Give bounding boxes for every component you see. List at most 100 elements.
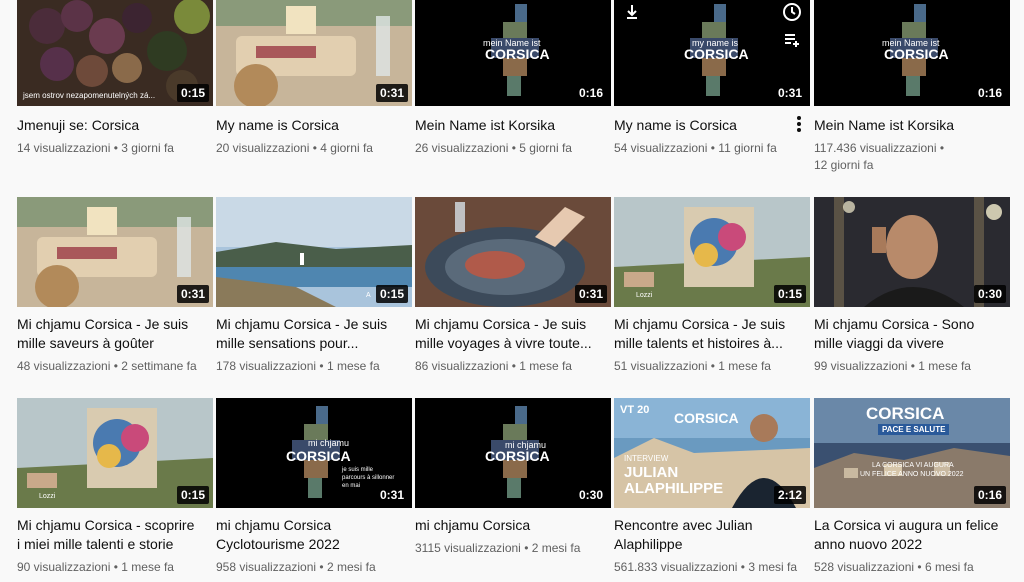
video-thumbnail[interactable]: 0:31 xyxy=(17,197,213,307)
meta-separator: • xyxy=(319,560,324,574)
video-thumbnail[interactable]: 0:30 xyxy=(814,197,1010,307)
video-title-line: Mi chjamu Corsica - scoprire xyxy=(17,517,195,533)
location-tag: Lozzi xyxy=(39,493,56,500)
duration-badge: 0:16 xyxy=(973,84,1006,102)
meta-separator: • xyxy=(710,141,715,155)
video-title[interactable]: mi chjamu Corsica Cyclotourisme 2022 xyxy=(216,516,406,554)
video-title-line: mille voyages à vivre toute... xyxy=(415,335,592,351)
video-thumbnail[interactable]: mein Name ist CORSICA 0:16 xyxy=(415,0,611,106)
video-thumbnail[interactable]: Lozzi 0:15 xyxy=(17,398,213,508)
video-title[interactable]: mi chjamu Corsica xyxy=(415,516,605,535)
person-last-name: ALAPHILIPPE xyxy=(624,480,724,497)
duration-badge: 0:15 xyxy=(176,486,209,504)
video-title-line: mi chjamu Corsica xyxy=(415,517,531,533)
view-count: 26 visualizzazioni xyxy=(415,141,509,155)
video-title-line: Mi chjamu Corsica - Je suis xyxy=(216,316,388,332)
upload-age: 6 mesi fa xyxy=(924,560,974,574)
video-thumbnail[interactable]: VT 20 CORSICA INTERVIEW JULIAN ALAPHILIP… xyxy=(614,398,810,508)
meta-separator: • xyxy=(710,359,715,373)
video-meta: 26 visualizzazioni • 5 giorni fa xyxy=(415,140,611,157)
video-meta: 561.833 visualizzazioni • 3 mesi fa xyxy=(614,559,810,576)
upload-age: 1 mese fa xyxy=(718,359,771,373)
location-tag: A xyxy=(366,292,371,299)
video-title[interactable]: My name is Corsica xyxy=(614,116,804,135)
video-meta: 958 visualizzazioni • 2 mesi fa xyxy=(216,559,412,576)
view-count: 561.833 visualizzazioni xyxy=(614,560,738,574)
video-thumbnail[interactable]: my name is CORSICA 0:31 xyxy=(614,0,810,106)
video-meta: 117.436 visualizzazioni • 12 giorni fa xyxy=(814,140,1010,174)
logo-main-text: CORSICA xyxy=(674,410,739,426)
view-count: 51 visualizzazioni xyxy=(614,359,708,373)
video-meta: 14 visualizzazioni • 3 giorni fa xyxy=(17,140,213,157)
video-title[interactable]: La Corsica vi augura un felice anno nuovo… xyxy=(814,516,1004,554)
video-title[interactable]: Mi chjamu Corsica - Sono mille viaggi da … xyxy=(814,315,1004,353)
duration-badge: 0:31 xyxy=(375,84,408,102)
more-vert-icon[interactable] xyxy=(792,114,806,134)
video-title-line: mille sensations pour... xyxy=(216,335,359,351)
view-count: 99 visualizzazioni xyxy=(814,359,908,373)
video-title-line: Alaphilippe xyxy=(614,536,683,552)
video-title[interactable]: Mi chjamu Corsica - Je suis mille saveurs… xyxy=(17,315,207,353)
video-title[interactable]: Mein Name ist Korsika xyxy=(814,116,1004,135)
video-meta: 528 visualizzazioni • 6 mesi fa xyxy=(814,559,1010,576)
duration-badge: 0:31 xyxy=(773,84,806,102)
view-count: 14 visualizzazioni xyxy=(17,141,111,155)
video-title[interactable]: Mi chjamu Corsica - scoprire i miei mille… xyxy=(17,516,207,554)
upload-age: 11 giorni fa xyxy=(718,141,777,155)
view-count: 48 visualizzazioni xyxy=(17,359,111,373)
video-grid: jsem ostrov nezapomenutelných zá... 0:15… xyxy=(0,0,1024,582)
duration-badge: 2:12 xyxy=(773,486,806,504)
greeting-line-1: LA CORSICA VI AUGURA xyxy=(872,462,954,469)
video-thumbnail[interactable]: mi chjamu CORSICA je suis mille parcours… xyxy=(216,398,412,508)
video-thumbnail[interactable]: mi chjamu CORSICA 0:30 xyxy=(415,398,611,508)
video-title[interactable]: Mi chjamu Corsica - Je suis mille voyages… xyxy=(415,315,605,353)
video-thumbnail[interactable]: CORSICA PACE E SALUTE LA CORSICA VI AUGU… xyxy=(814,398,1010,508)
video-thumbnail[interactable]: mein Name ist CORSICA 0:16 xyxy=(814,0,1010,106)
event-badge: VT 20 xyxy=(620,404,650,416)
view-count: 528 visualizzazioni xyxy=(814,560,915,574)
logo-main-text: CORSICA xyxy=(485,448,550,464)
video-thumbnail[interactable]: Lozzi 0:15 xyxy=(614,197,810,307)
clock-icon[interactable] xyxy=(782,2,802,22)
view-count: 20 visualizzazioni xyxy=(216,141,310,155)
logo-main-text: CORSICA xyxy=(884,46,949,62)
download-icon[interactable] xyxy=(622,2,642,22)
duration-badge: 0:15 xyxy=(773,285,806,303)
video-title[interactable]: My name is Corsica xyxy=(216,116,406,135)
video-title-line: My name is Corsica xyxy=(614,117,737,133)
video-meta: 86 visualizzazioni • 1 mese fa xyxy=(415,358,611,375)
view-count: 54 visualizzazioni xyxy=(614,141,708,155)
upload-age: 2 mesi fa xyxy=(326,560,376,574)
video-meta: 178 visualizzazioni • 1 mese fa xyxy=(216,358,412,375)
view-count: 117.436 visualizzazioni xyxy=(814,141,937,155)
duration-badge: 0:16 xyxy=(973,486,1006,504)
video-thumbnail[interactable]: A 0:15 xyxy=(216,197,412,307)
view-count: 3115 visualizzazioni xyxy=(415,541,521,555)
video-title[interactable]: Mi chjamu Corsica - Je suis mille talents… xyxy=(614,315,804,353)
video-title[interactable]: Mi chjamu Corsica - Je suis mille sensati… xyxy=(216,315,406,353)
video-thumbnail[interactable]: 0:31 xyxy=(216,0,412,106)
video-title-line: mi chjamu Corsica xyxy=(216,517,332,533)
video-thumbnail[interactable]: 0:31 xyxy=(415,197,611,307)
video-title[interactable]: Rencontre avec Julian Alaphilippe xyxy=(614,516,804,554)
view-count: 178 visualizzazioni xyxy=(216,359,317,373)
video-title-line: Mi chjamu Corsica - Je suis xyxy=(614,316,786,332)
meta-separator: • xyxy=(511,141,516,155)
meta-separator: • xyxy=(113,560,118,574)
view-count: 90 visualizzazioni xyxy=(17,560,111,574)
queue-icon[interactable] xyxy=(782,30,802,50)
video-title-line: Mi chjamu Corsica - Je suis xyxy=(415,316,587,332)
meta-separator: • xyxy=(511,359,516,373)
person-first-name: JULIAN xyxy=(624,464,679,481)
video-title-line: Rencontre avec Julian xyxy=(614,517,753,533)
logo-subline: PACE E SALUTE xyxy=(878,424,950,435)
video-thumbnail[interactable]: jsem ostrov nezapomenutelných zá... 0:15 xyxy=(17,0,213,106)
video-title[interactable]: Jmenuji se: Corsica xyxy=(17,116,207,135)
video-title-line: Mein Name ist Korsika xyxy=(814,117,955,133)
video-title-line: Mi chjamu Corsica - Sono xyxy=(814,316,975,332)
meta-separator: • xyxy=(319,359,324,373)
video-title-line: Jmenuji se: Corsica xyxy=(17,117,140,133)
video-title[interactable]: Mein Name ist Korsika xyxy=(415,116,605,135)
location-tag: Lozzi xyxy=(636,292,653,299)
meta-separator: • xyxy=(917,560,922,574)
